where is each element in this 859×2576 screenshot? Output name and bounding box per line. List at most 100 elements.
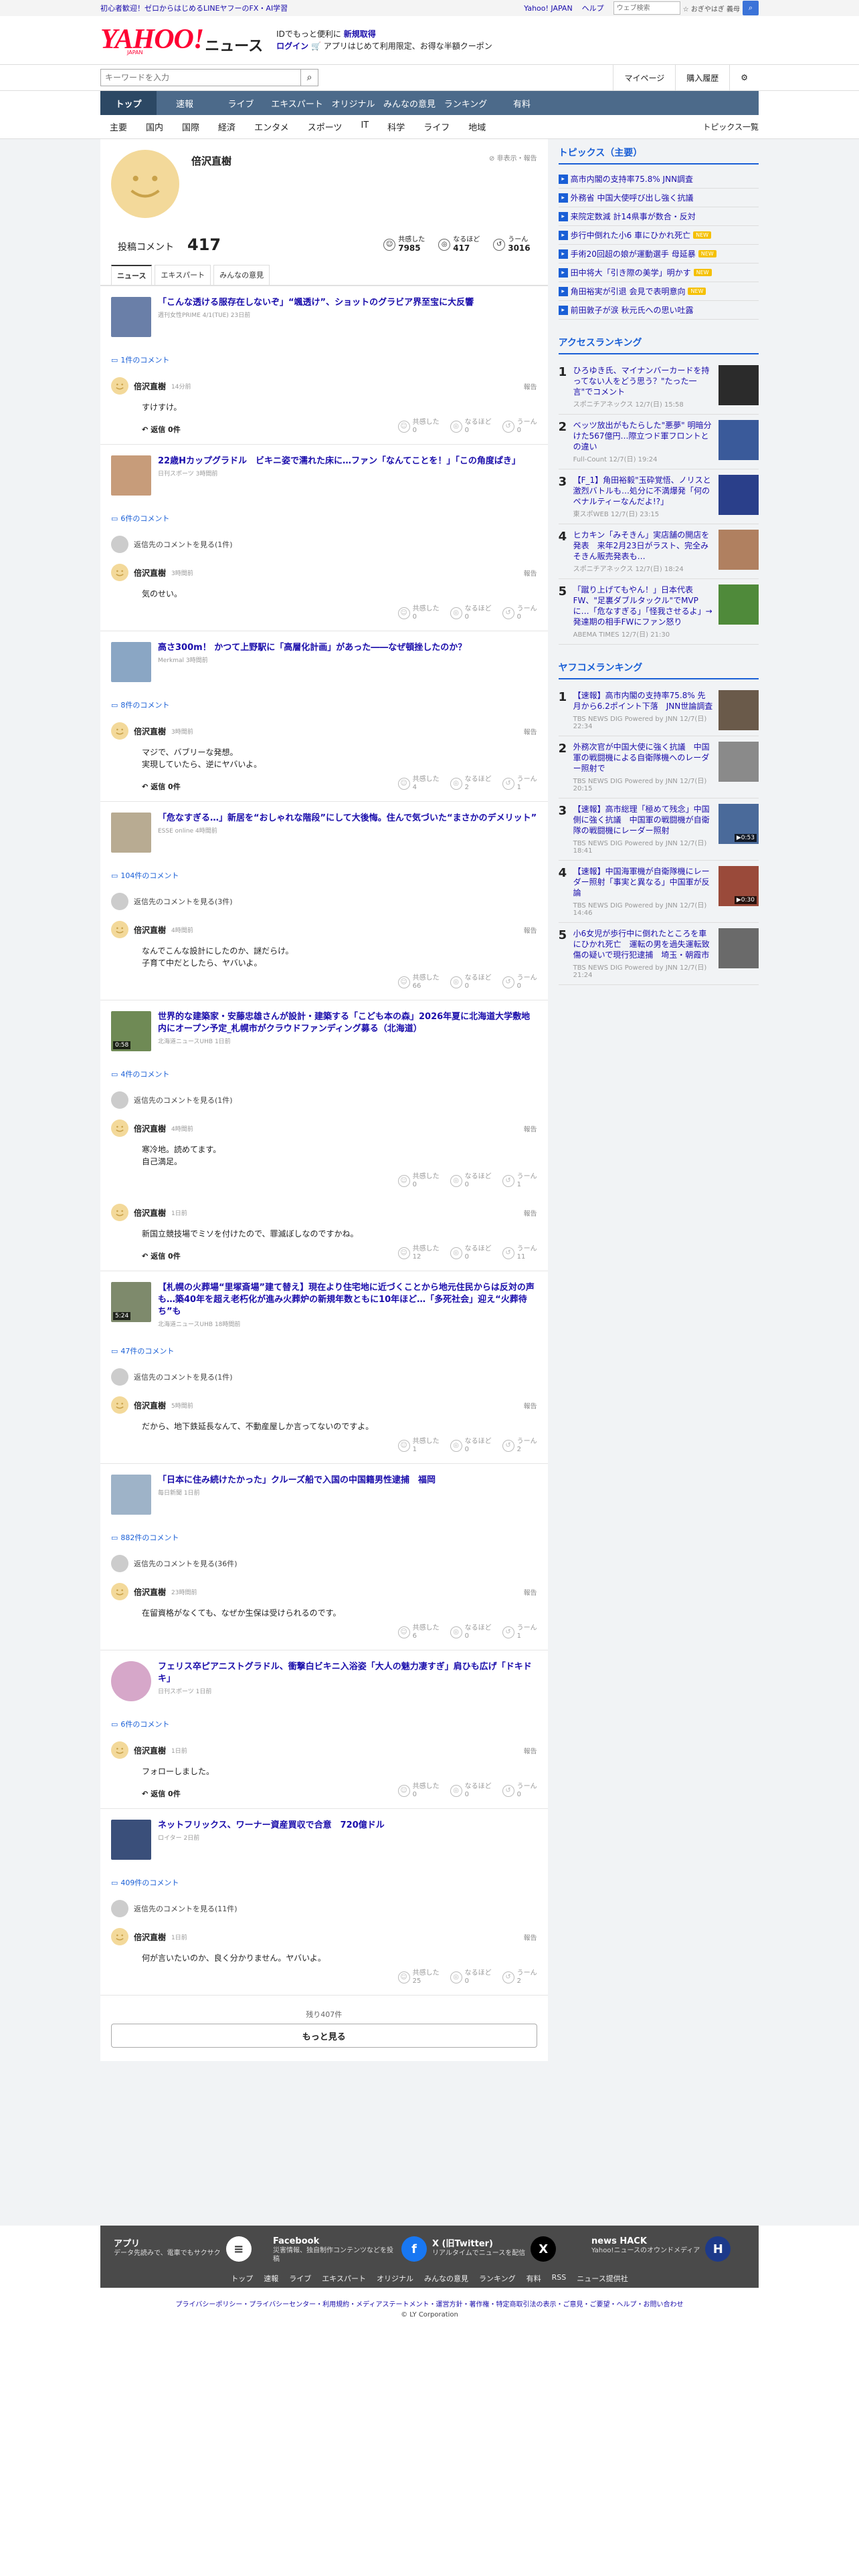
article-thumbnail[interactable]: 5:24 bbox=[111, 1282, 151, 1322]
footer-app-link[interactable]: Facebook 災害情報、独自制作コンテンツなどを投稿 f bbox=[273, 2236, 427, 2264]
comment-author[interactable]: 倍沢直樹 bbox=[134, 924, 166, 936]
reaction-button[interactable]: ↺ うーん 1 bbox=[502, 1624, 537, 1640]
ranking-thumbnail[interactable] bbox=[719, 742, 759, 782]
reaction-button[interactable]: ↺ うーん 0 bbox=[502, 1783, 537, 1799]
report-link[interactable]: 報告 bbox=[524, 1745, 537, 1755]
article-thumbnail[interactable] bbox=[111, 813, 151, 853]
logo[interactable]: YAHOO! JAPAN ニュース bbox=[100, 25, 263, 56]
reply-button[interactable]: ↶ 返信 0件 bbox=[142, 1788, 181, 1799]
comment-author[interactable]: 倍沢直樹 bbox=[134, 1931, 166, 1943]
reaction-button[interactable]: ☺ 共感した 12 bbox=[397, 1245, 440, 1261]
ranking-item[interactable]: 1 【速報】高市内閣の支持率75.8% 先月から6.2ポイント下落 JNN世論調査… bbox=[558, 685, 759, 736]
ranking-item[interactable]: 3 【速報】高市総理「極めて残念」中国側に強く抗議 中国軍の戦闘機が自衛隊の戦闘機… bbox=[558, 798, 759, 861]
reaction-button[interactable]: ◎ なるほど 0 bbox=[450, 605, 492, 621]
ranking-item[interactable]: 2 ベッツ放出がもたらした"悪夢" 明暗分けた567億円…際立つド軍フロントとの違… bbox=[558, 415, 759, 469]
article-title[interactable]: ネットフリックス、ワーナー資産買収で合意 720億ドル bbox=[158, 1820, 385, 1832]
profile-tab[interactable]: エキスパート bbox=[155, 265, 211, 285]
category-link[interactable]: エンタメ bbox=[245, 120, 298, 133]
reaction-button[interactable]: ☺ 共感した 25 bbox=[397, 1969, 440, 1985]
nav-tab[interactable]: 速報 bbox=[157, 91, 213, 115]
report-link[interactable]: 報告 bbox=[524, 568, 537, 578]
reaction-button[interactable]: ◎ なるほど 0 bbox=[450, 1783, 492, 1799]
ranking-thumbnail[interactable]: ▶0:53 bbox=[719, 804, 759, 844]
view-parent-comment[interactable]: 返信先のコメントを見る(11件) bbox=[111, 1895, 537, 1923]
category-link[interactable]: 科学 bbox=[378, 120, 414, 133]
article-title[interactable]: 22歳Hカップグラドル ビキニ姿で濡れた床に…ファン「なんてことを！」「この角度… bbox=[158, 455, 520, 467]
ranking-item[interactable]: 5 小6女児が歩行中に倒れたところを車にひかれ死亡 運転の男を過失運転致傷の疑いで… bbox=[558, 923, 759, 985]
comment-count-link[interactable]: ▭ 104件のコメント bbox=[111, 870, 537, 881]
reaction-button[interactable]: ↺ うーん 1 bbox=[502, 776, 537, 792]
nav-tab[interactable]: ランキング bbox=[438, 91, 494, 115]
topic-item[interactable]: ▸ 手術20回超の娘が運動選手 母延暴 NEW bbox=[558, 245, 759, 263]
footer-app-link[interactable]: X (旧Twitter) リアルタイムでニュースを配信 X bbox=[432, 2236, 586, 2264]
ranking-thumbnail[interactable] bbox=[719, 690, 759, 730]
ranking-title[interactable]: 小6女児が歩行中に倒れたところを車にひかれ死亡 運転の男を過失運転致傷の疑いで現… bbox=[573, 928, 713, 960]
ranking-item[interactable]: 2 外務次官が中国大使に強く抗議 中国軍の戦闘機による自衛隊機へのレーダー照射で T… bbox=[558, 736, 759, 798]
article-thumbnail[interactable] bbox=[111, 1661, 151, 1701]
nav-tab[interactable]: 有料 bbox=[494, 91, 550, 115]
topic-item[interactable]: ▸ 外務省 中国大使呼び出し強く抗議 bbox=[558, 189, 759, 207]
comment-count-link[interactable]: ▭ 6件のコメント bbox=[111, 1719, 537, 1729]
news-search-button[interactable]: ⌕ bbox=[301, 69, 318, 86]
ranking-item[interactable]: 3 【F_1】角田裕毅"玉砕覚悟、ノリスと激烈バトルも…処分に不満爆発「何のペナル… bbox=[558, 469, 759, 524]
reaction-button[interactable]: ☺ 共感した 0 bbox=[397, 419, 440, 435]
ranking-thumbnail[interactable] bbox=[719, 584, 759, 625]
nav-tab[interactable]: トップ bbox=[100, 91, 157, 115]
comment-count-link[interactable]: ▭ 1件のコメント bbox=[111, 354, 537, 365]
login-link[interactable]: ログイン bbox=[276, 41, 308, 51]
ranking-thumbnail[interactable] bbox=[719, 475, 759, 515]
ranking-title[interactable]: 【速報】高市内閣の支持率75.8% 先月から6.2ポイント下落 JNN世論調査 bbox=[573, 690, 713, 712]
article-thumbnail[interactable] bbox=[111, 455, 151, 496]
report-link[interactable]: 報告 bbox=[524, 1400, 537, 1410]
view-parent-comment[interactable]: 返信先のコメントを見る(3件) bbox=[111, 887, 537, 916]
hide-report-link[interactable]: ⊘ 非表示・報告 bbox=[489, 152, 537, 163]
profile-tab[interactable]: みんなの意見 bbox=[213, 265, 270, 285]
comment-author[interactable]: 倍沢直樹 bbox=[134, 1207, 166, 1218]
ranking-title[interactable]: ひろゆき氏、マイナンバーカードを持ってない人をどう思う？"たった一言"でコメント bbox=[573, 365, 713, 397]
comment-count-link[interactable]: ▭ 8件のコメント bbox=[111, 700, 537, 710]
topic-item[interactable]: ▸ 来院定数減 計14県事が数合・反対 bbox=[558, 207, 759, 226]
ranking-item[interactable]: 4 ヒカキン「みそきん」実店舗の開店を発表 来年2月23日がラスト、完全みそきん販… bbox=[558, 524, 759, 579]
ranking-title[interactable]: 【速報】中国海軍機が自衛隊機にレーダー照射「事実と異なる」中国軍が反論 bbox=[573, 866, 713, 898]
article-thumbnail[interactable] bbox=[111, 642, 151, 682]
ranking-thumbnail[interactable] bbox=[719, 530, 759, 570]
reaction-button[interactable]: ◎ なるほど 0 bbox=[450, 419, 492, 435]
category-link[interactable]: 主要 bbox=[100, 120, 136, 133]
report-link[interactable]: 報告 bbox=[524, 1208, 537, 1218]
article-title[interactable]: 「日本に住み続けたかった」クルーズ船で入国の中国籍男性逮捕 福岡 bbox=[158, 1475, 436, 1487]
footer-app-link[interactable]: アプリ データ先読みで、電車でもサクサク ≡ bbox=[114, 2236, 268, 2264]
news-search-input[interactable] bbox=[100, 69, 301, 86]
article-title[interactable]: 【札幌の火葬場“里塚斎場”建て替え】現在より住宅地に近づくことから地元住民からは… bbox=[158, 1282, 537, 1318]
reaction-button[interactable]: ↺ うーん 0 bbox=[502, 974, 537, 990]
reaction-button[interactable]: ☺ 共感した 4 bbox=[397, 776, 440, 792]
reaction-button[interactable]: ☺ 共感した 0 bbox=[397, 605, 440, 621]
category-link[interactable]: 国際 bbox=[173, 120, 209, 133]
load-more-button[interactable]: もっと見る bbox=[111, 2024, 537, 2048]
view-parent-comment[interactable]: 返信先のコメントを見る(1件) bbox=[111, 1363, 537, 1391]
nav-tab[interactable]: ライブ bbox=[213, 91, 269, 115]
footer-link[interactable]: エキスパート bbox=[322, 2273, 366, 2284]
mypage-link[interactable]: マイページ bbox=[613, 64, 675, 91]
view-parent-comment[interactable]: 返信先のコメントを見る(1件) bbox=[111, 1086, 537, 1114]
yahoo-japan-link[interactable]: Yahoo! JAPAN bbox=[524, 4, 573, 13]
legal-links[interactable]: プライバシーポリシー・プライバシーセンター・利用規約・メディアステートメント・運… bbox=[0, 2288, 859, 2311]
profile-tab[interactable]: ニュース bbox=[111, 265, 153, 285]
help-link[interactable]: ヘルプ bbox=[582, 3, 604, 13]
category-link[interactable]: IT bbox=[351, 120, 378, 133]
reaction-button[interactable]: ◎ なるほど 0 bbox=[450, 1245, 492, 1261]
comment-author[interactable]: 倍沢直樹 bbox=[134, 381, 166, 392]
ranking-item[interactable]: 5 「蹴り上げてもやん！」日本代表FW、"足裏ダブルタックル"でMVPに…「危なす… bbox=[558, 579, 759, 645]
comment-count-link[interactable]: ▭ 882件のコメント bbox=[111, 1532, 537, 1543]
article-title[interactable]: 高さ300m！ かつて上野駅に「高層化計画」があった――なぜ頓挫したのか？ bbox=[158, 642, 466, 654]
footer-link[interactable]: ライブ bbox=[289, 2273, 311, 2284]
view-parent-comment[interactable]: 返信先のコメントを見る(36件) bbox=[111, 1549, 537, 1578]
footer-link[interactable]: RSS bbox=[552, 2273, 567, 2284]
article-title[interactable]: 「こんな透ける服存在しないぞ」“颯透け”、ショットのグラビア界至宝に大反響 bbox=[158, 297, 474, 309]
footer-link[interactable]: ランキング bbox=[479, 2273, 516, 2284]
reaction-button[interactable]: ◎ なるほど 0 bbox=[450, 1969, 492, 1985]
report-link[interactable]: 報告 bbox=[524, 381, 537, 391]
nav-tab[interactable]: みんなの意見 bbox=[381, 91, 438, 115]
reaction-button[interactable]: ☺ 共感した 0 bbox=[397, 1783, 440, 1799]
reaction-button[interactable]: ↺ うーん 2 bbox=[502, 1969, 537, 1985]
article-thumbnail[interactable] bbox=[111, 297, 151, 337]
